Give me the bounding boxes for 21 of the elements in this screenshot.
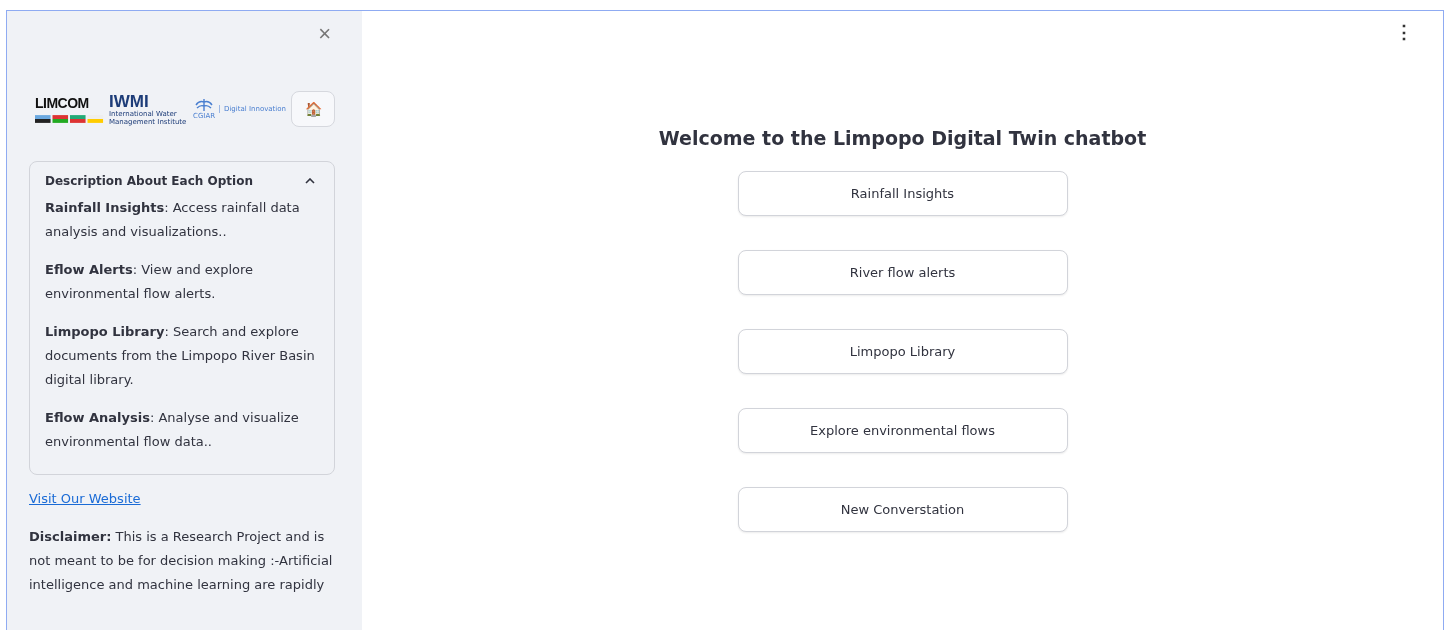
description-text: Limpopo Library: Search and explore documents from the Limpopo River Basin digital library.	[45, 323, 316, 389]
caret-icon[interactable]	[305, 178, 315, 184]
wheat-icon	[194, 98, 214, 112]
logo-text: LIMCOM	[35, 95, 90, 111]
page-title: Welcome to the Limpopo Digital Twin chatbot	[658, 127, 1147, 149]
option-button[interactable]: New Converstation	[737, 487, 1068, 532]
close-button[interactable]: ×	[318, 23, 331, 45]
option-button[interactable]: Rainfall Insights	[737, 171, 1068, 216]
website-link[interactable]: Visit Our Website	[29, 491, 141, 506]
disclaimer-text: Disclaimer: This is a Research Project and is not meant to be for decision making :-Artificial intelligence and machine learning are rapidly	[29, 528, 334, 594]
logo-text: IWMI	[109, 92, 150, 110]
description-text: Eflow Analysis: Analyse and visualize environmental flow data..	[45, 409, 300, 451]
option-button[interactable]: River flow alerts	[737, 250, 1068, 295]
home-button[interactable]: 🏠	[291, 91, 335, 127]
option-button[interactable]: Explore environmental flows	[737, 408, 1068, 453]
option-button[interactable]: Limpopo Library	[737, 329, 1068, 374]
description-text: Eflow Alerts: View and explore environmental flow alerts.	[45, 261, 255, 303]
menu-button[interactable]: ⋮	[1395, 23, 1413, 41]
description-text: Rainfall Insights: Access rainfall data analysis and visualizations..	[45, 199, 301, 241]
flags-icon	[35, 114, 105, 123]
expander-title[interactable]: Description About Each Option	[45, 174, 253, 188]
